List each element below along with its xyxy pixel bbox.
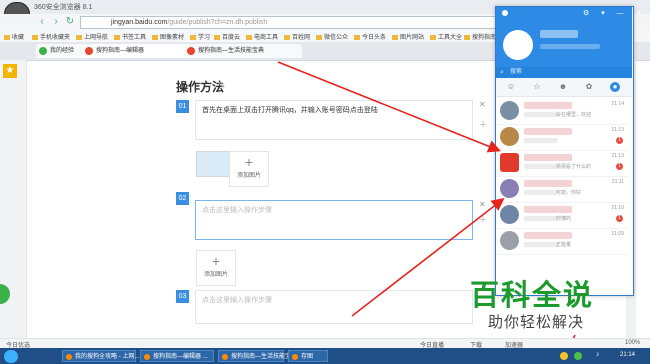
start-button[interactable]	[4, 350, 18, 363]
watermark-subtitle: 助你轻松解决	[488, 314, 585, 331]
watermark-title: 百科全说	[470, 280, 595, 312]
qq-tray-icon[interactable]	[560, 352, 568, 360]
taskbar-item[interactable]: 搜狗指南—生活技能宝...	[218, 350, 296, 362]
tray-icon[interactable]	[574, 352, 582, 360]
taskbar-item[interactable]: 我的搜狗全攻略 - 上网...	[62, 350, 139, 362]
volume-icon[interactable]: ♪	[596, 351, 600, 358]
zoom-level[interactable]: 100%	[625, 340, 640, 346]
taskbar-item[interactable]: 搜狗指南—编辑器 ...	[140, 350, 214, 362]
arrow-to-qq-list	[277, 61, 501, 153]
taskbar-item[interactable]: 存图	[288, 350, 328, 362]
taskbar-clock: 21:14	[620, 352, 636, 358]
